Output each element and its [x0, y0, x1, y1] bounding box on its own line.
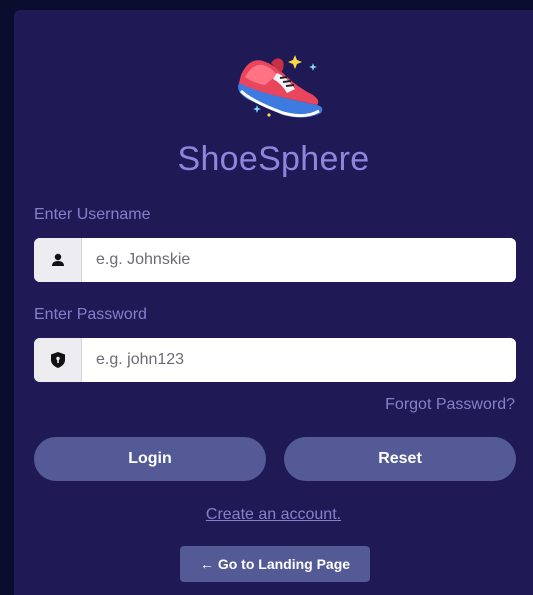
password-label: Enter Password [34, 306, 147, 323]
login-button[interactable]: Login [34, 437, 266, 481]
reset-button[interactable]: Reset [284, 437, 516, 481]
shield-icon [34, 338, 82, 382]
brand-title: ShoeSphere [177, 140, 370, 178]
sneaker-icon [225, 47, 325, 123]
username-input[interactable] [82, 238, 516, 282]
forgot-password-link[interactable]: Forgot Password? [385, 396, 515, 414]
landing-page-button[interactable]: ← Go to Landing Page [180, 546, 370, 582]
username-group [34, 238, 516, 282]
user-icon [34, 238, 82, 282]
username-label: Enter Username [34, 206, 151, 223]
login-card: ShoeSphere Enter Username Enter Password… [14, 10, 533, 595]
create-account-link[interactable]: Create an account. [14, 506, 533, 524]
password-group [34, 338, 516, 382]
password-input[interactable] [82, 338, 516, 382]
